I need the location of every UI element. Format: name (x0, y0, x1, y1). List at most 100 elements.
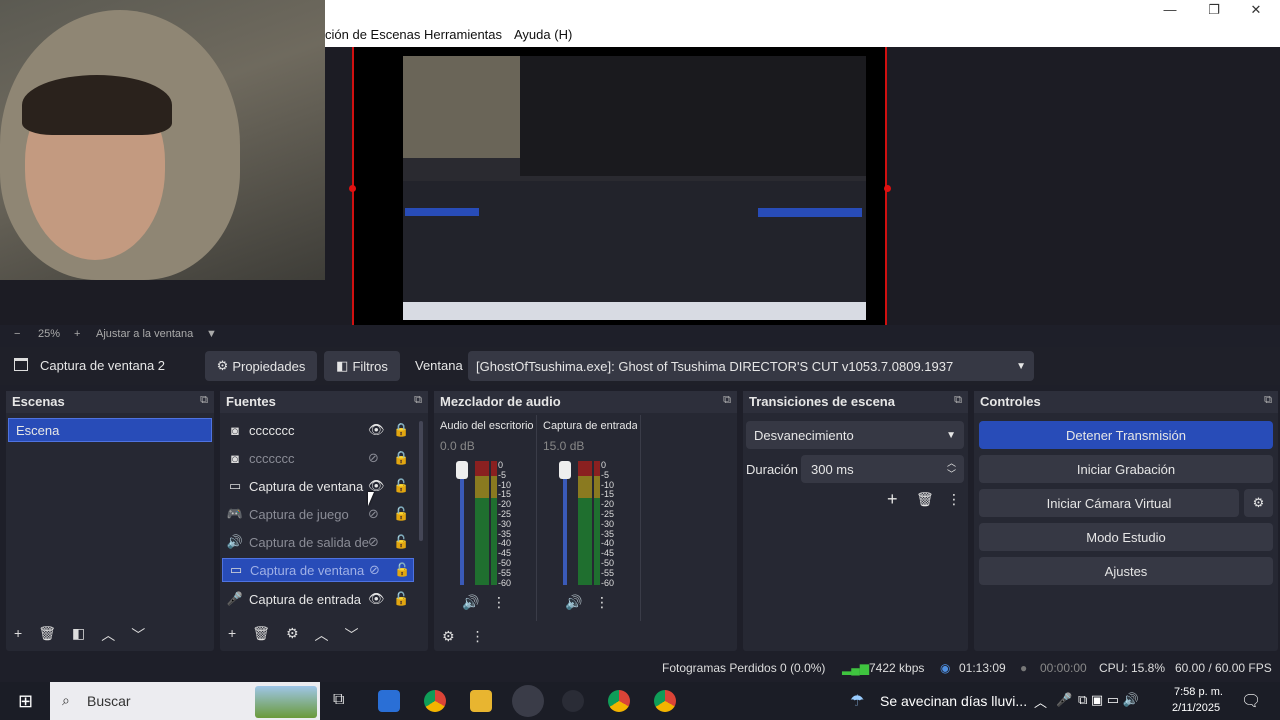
source-item[interactable]: 🎮 Captura de juego ⊘ 🔓 (226, 502, 414, 526)
unlock-icon[interactable]: 🔓 (393, 534, 409, 550)
lock-icon[interactable]: 🔒 (393, 422, 409, 438)
source-item[interactable]: ▭ Captura de ventana 👁 🔓 (226, 474, 414, 498)
chevron-down-icon[interactable]: ▼ (206, 328, 217, 340)
more-vertical-icon[interactable]: ⋮ (492, 594, 506, 611)
chrome-profile-icon[interactable] (654, 690, 676, 712)
move-down-icon[interactable]: ﹀ (131, 625, 145, 645)
settings-button[interactable]: Ajustes (979, 557, 1273, 585)
move-up-icon[interactable]: ︿ (101, 625, 115, 645)
fader-handle[interactable] (559, 461, 571, 479)
resize-handle-left[interactable] (349, 185, 356, 192)
eye-hidden-icon[interactable]: ⊘ (368, 506, 379, 522)
menu-item-tools[interactable]: Herramientas (424, 27, 502, 42)
more-vertical-icon[interactable]: ⋮ (595, 594, 609, 611)
sources-header: Fuentes ⧉ (220, 391, 428, 413)
speaker-icon[interactable]: 🔊 (462, 594, 479, 611)
properties-button[interactable]: ⚙ Propiedades (205, 351, 317, 381)
menu-item-scene-collection[interactable]: ción de Escenas (325, 27, 420, 42)
transitions-header: Transiciones de escena ⧉ (743, 391, 968, 413)
unlock-icon[interactable]: 🔓 (393, 591, 409, 607)
clock-time[interactable]: 7:58 p. m. (1174, 686, 1223, 698)
volume-fader[interactable] (563, 463, 567, 585)
trash-icon[interactable]: 🗑 (252, 625, 270, 645)
move-up-icon[interactable]: ︿ (315, 625, 329, 645)
chrome-icon[interactable] (424, 690, 446, 712)
minimize-icon[interactable]: — (1160, 2, 1180, 17)
add-icon[interactable]: + (228, 625, 236, 645)
duration-input[interactable]: 300 ms ︿ ﹀ (801, 455, 964, 483)
eye-hidden-icon[interactable]: ⊘ (368, 450, 379, 466)
search-box[interactable]: ⌕ Buscar (50, 682, 320, 720)
lock-icon[interactable]: 🔒 (393, 450, 409, 466)
undock-icon[interactable]: ⧉ (414, 394, 422, 407)
virtual-camera-settings-button[interactable]: ⚙ (1244, 489, 1273, 517)
move-down-icon[interactable]: ﹀ (345, 625, 359, 645)
selected-source-name: Captura de ventana 2 (40, 358, 166, 373)
windows-start-icon[interactable]: ⊞ (18, 691, 33, 712)
advanced-audio-icon[interactable]: ⚙ (442, 628, 455, 645)
camera-icon: ◙ (231, 450, 239, 466)
weather-text[interactable]: Se avecinan días lluvi... (880, 693, 1027, 709)
transition-select[interactable]: Desvanecimiento ▼ (746, 421, 964, 449)
scene-item[interactable]: Escena (8, 418, 212, 442)
add-icon[interactable]: + (14, 625, 22, 645)
restore-icon[interactable]: ❐ (1204, 2, 1224, 18)
fit-to-window[interactable]: Ajustar a la ventana (96, 328, 193, 340)
microphone-icon[interactable]: 🎤 (1056, 692, 1072, 708)
menu-item-help[interactable]: Ayuda (H) (514, 27, 572, 42)
weather-icon[interactable]: ☂ (850, 691, 864, 711)
volume-meter (475, 461, 489, 585)
eye-icon[interactable]: 👁 (368, 422, 385, 438)
task-view-icon[interactable]: ⧉ (333, 691, 344, 709)
undock-icon[interactable]: ⧉ (1264, 394, 1272, 407)
zoom-out-icon[interactable]: − (14, 328, 20, 340)
folder-icon[interactable] (470, 690, 492, 712)
unlock-icon[interactable]: 🔓 (393, 478, 409, 494)
start-recording-button[interactable]: Iniciar Grabación (979, 455, 1273, 483)
trash-icon[interactable]: 🗑 (916, 491, 934, 508)
spin-arrows-icon[interactable]: ︿ ﹀ (947, 458, 956, 480)
source-item[interactable]: ◙ ccccccc ⊘ 🔒 (226, 446, 414, 470)
chrome-profile-icon[interactable] (608, 690, 630, 712)
close-icon[interactable]: ✕ (1246, 2, 1266, 18)
add-icon[interactable]: + (887, 489, 898, 510)
window-select[interactable]: [GhostOfTsushima.exe]: Ghost of Tsushima… (468, 351, 1034, 381)
scenes-header: Escenas ⧉ (6, 391, 214, 413)
speaker-icon[interactable]: 🔊 (565, 594, 582, 611)
tray-icons[interactable]: ⧉ ▣ ▭ 🔊 (1078, 692, 1139, 708)
studio-mode-button[interactable]: Modo Estudio (979, 523, 1273, 551)
source-item-selected[interactable]: ▭ Captura de ventana ⊘ 🔓 (222, 558, 414, 582)
scrollbar[interactable] (419, 421, 423, 541)
eye-hidden-icon[interactable]: ⊘ (368, 534, 379, 550)
source-item[interactable]: 🔊 Captura de salida de ⊘ 🔓 (226, 530, 414, 554)
clock-date[interactable]: 2/11/2025 (1172, 702, 1220, 714)
more-vertical-icon[interactable]: ⋮ (947, 491, 961, 508)
unlock-icon[interactable]: 🔓 (394, 562, 410, 578)
fader-handle[interactable] (456, 461, 468, 479)
source-item[interactable]: ◙ ccccccc 👁 🔒 (226, 418, 414, 442)
virtual-camera-button[interactable]: Iniciar Cámara Virtual (979, 489, 1239, 517)
more-vertical-icon[interactable]: ⋮ (471, 628, 485, 645)
unlock-icon[interactable]: 🔓 (393, 506, 409, 522)
source-item[interactable]: 🎤 Captura de entrada 👁 🔓 (226, 587, 414, 611)
stop-stream-button[interactable]: Detener Transmisión (979, 421, 1273, 449)
undock-icon[interactable]: ⧉ (723, 394, 731, 407)
obs-icon[interactable] (512, 685, 544, 717)
notifications-icon[interactable]: 🗨 (1241, 691, 1261, 711)
app-icon[interactable] (562, 690, 584, 712)
eye-icon[interactable]: 👁 (368, 591, 385, 607)
resize-handle-right[interactable] (884, 185, 891, 192)
undock-icon[interactable]: ⧉ (954, 394, 962, 407)
zoom-bar: − 25% + Ajustar a la ventana ▼ (0, 325, 1280, 345)
store-icon[interactable] (378, 690, 400, 712)
undock-icon[interactable]: ⧉ (200, 394, 208, 407)
tray-chevron-icon[interactable]: ︿ (1034, 692, 1047, 711)
window-label: Ventana (415, 358, 463, 373)
volume-fader[interactable] (460, 463, 464, 585)
trash-icon[interactable]: 🗑 (38, 625, 56, 645)
filter-icon[interactable]: ◧ (72, 625, 85, 645)
eye-hidden-icon[interactable]: ⊘ (369, 562, 380, 578)
zoom-in-icon[interactable]: + (74, 328, 80, 340)
gear-icon[interactable]: ⚙ (286, 625, 299, 645)
filters-button[interactable]: ◧ Filtros (324, 351, 400, 381)
